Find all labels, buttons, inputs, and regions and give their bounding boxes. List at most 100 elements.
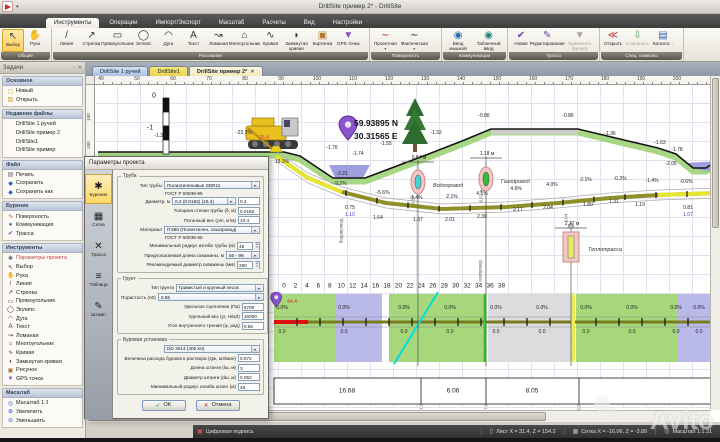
sidebar-item[interactable]: ⌂ Многоугольник — [3, 340, 82, 349]
rig-select[interactable]: DD 3014 (400 кН) ▾ — [164, 344, 260, 353]
ribbon-button[interactable]: ↗ Стрелка — [79, 29, 104, 52]
close-icon[interactable]: ✕ — [78, 65, 82, 71]
ribbon-tab[interactable]: Масштаб — [211, 18, 253, 28]
ribbon-button[interactable]: ◉ Табличный ввод — [472, 29, 505, 52]
status-zoom[interactable]: ◎ Масштаб 1:1.31 — [655, 428, 720, 435]
signature-label[interactable]: Цифровая подпись — [206, 429, 254, 435]
friction-input[interactable]: 0.56 — [241, 321, 264, 330]
sidebar-item[interactable]: ∿ Поверхность — [3, 212, 82, 221]
dialog-tab[interactable]: ✕ Трасса — [85, 234, 112, 264]
sidebar-item[interactable]: ↖ Выбор — [3, 263, 82, 272]
sidebar-item[interactable]: ⊖ Уменьшить — [3, 416, 82, 425]
document-tab[interactable]: DrillSite пример 2* ✕ — [188, 66, 263, 76]
scrollbar-thumb[interactable] — [712, 78, 719, 228]
dialog-title-bar[interactable]: Параметры проекта — [85, 157, 268, 170]
ribbon-button[interactable]: / Линия — [54, 29, 79, 52]
pipe-type-select[interactable]: Полиэтиленовые SDR11 ▾ — [164, 181, 260, 189]
sidebar-item[interactable]: ✱ Параметры проекта — [3, 254, 82, 263]
ribbon-button[interactable]: ▤ Каталог... — [651, 29, 675, 52]
sidebar-item[interactable]: A Текст — [3, 323, 82, 332]
spinner-control[interactable]: ▴ ▾ — [255, 260, 260, 269]
tab-close-icon[interactable]: ✕ — [250, 69, 254, 75]
min-radius-input[interactable]: 45 — [237, 241, 253, 250]
weight-input[interactable]: 10.4 — [238, 216, 260, 224]
ribbon-tab[interactable]: Настройки — [325, 18, 370, 28]
rec-diam-input[interactable]: 260 — [237, 260, 253, 269]
ribbon-button[interactable]: ✋ Рука — [24, 29, 46, 52]
ribbon-tab[interactable]: Инструменты — [46, 18, 100, 28]
ribbon-button[interactable]: ◉ Ввод мышкой — [444, 29, 472, 52]
ribbon-button[interactable]: ↝ Ломаная — [206, 29, 231, 52]
dialog-tab[interactable]: ✱ Бурение — [85, 174, 112, 204]
ribbon-button[interactable]: ◯ Эллипс — [131, 29, 156, 52]
porosity-select[interactable]: 0.55 ▾ — [157, 293, 264, 301]
pin-icon[interactable]: ▫ — [73, 65, 75, 71]
ribbon-button[interactable]: ◗ Замкнутая кривая — [283, 29, 310, 52]
ribbon-tab[interactable]: Импорт/Экспорт — [148, 18, 209, 28]
ribbon-button[interactable]: ∼ Фактическая ▾ — [399, 29, 430, 52]
ribbon-tab[interactable]: Расчеты — [254, 18, 293, 28]
cohesion-input[interactable]: 6700 — [241, 302, 264, 311]
document-tab[interactable]: DrillSite1 — [149, 66, 188, 76]
ribbon-button[interactable]: ∿ Кривая — [258, 29, 283, 52]
sidebar-item[interactable]: ◯ Эллипс — [3, 306, 82, 315]
sidebar-item[interactable]: ◎ Масштаб 1:1 — [3, 399, 82, 408]
sidebar-item[interactable]: ✋ Рука — [3, 271, 82, 280]
min-rod-radius-input[interactable]: 45 — [238, 382, 260, 391]
ribbon-button[interactable]: ∼ Проектная ▾ — [372, 29, 399, 52]
recent-file-item[interactable]: DrillSite пример 2 — [3, 129, 82, 138]
recent-file-item[interactable]: DrillSite 1 ручей — [3, 120, 82, 129]
ok-button[interactable]: ✓ OK — [141, 399, 186, 411]
sidebar-item[interactable]: ∿ Кривая — [3, 349, 82, 358]
material-select[interactable]: ПЭ80 (Полиэтилен, газопровод) ▾ — [164, 225, 260, 234]
recent-file-item[interactable]: DrillSite пример — [3, 146, 82, 155]
gps-pin-icon[interactable] — [338, 115, 358, 141]
diameter-select[interactable]: 0.2 (0.0182) (10.4) ▾ — [172, 197, 236, 205]
length-select[interactable]: 50 - 99 ▾ — [226, 251, 260, 259]
sidebar-item[interactable]: ◆ Сохранить как — [3, 188, 82, 197]
sidebar-item[interactable]: ▢ Новый — [3, 87, 82, 96]
ribbon-button[interactable]: ⇩ Сохранить — [624, 29, 651, 52]
dialog-tab[interactable]: ✎ Штамп — [85, 294, 112, 324]
recent-file-item[interactable]: DrillSite1 — [3, 137, 82, 146]
dropdown-caret-icon[interactable]: ▾ — [413, 46, 415, 51]
dialog-tab[interactable]: ≡ Таблица — [85, 264, 112, 294]
ribbon-button[interactable]: ≪ Открыть — [602, 29, 624, 52]
soil-type-select[interactable]: Гравистый и крупный песок ▾ — [175, 283, 264, 292]
diameter-input[interactable]: 0.2 — [238, 197, 260, 205]
flow-input[interactable]: 0.072 — [238, 354, 260, 362]
ribbon-button[interactable]: ▭ Прямоугольник — [101, 29, 133, 52]
ribbon-tab[interactable]: Вид — [296, 18, 323, 28]
sidebar-item[interactable]: ▭ Прямоугольник — [3, 297, 82, 306]
ribbon-button[interactable]: ⌂ Многоугольник — [229, 29, 261, 52]
ribbon-tab[interactable]: Операции — [101, 18, 145, 28]
rod-length-input[interactable]: 3 — [238, 363, 260, 372]
sidebar-item[interactable]: ▣ Рисунок — [3, 366, 82, 375]
sidebar-item[interactable]: ◗ Замкнутая кривая — [3, 357, 82, 366]
cancel-button[interactable]: ✕ Отмена — [195, 399, 240, 411]
ribbon-button[interactable]: ▣ Картинка — [310, 29, 335, 52]
vertical-scrollbar[interactable] — [710, 76, 720, 410]
sidebar-item[interactable]: ⊕ Увеличить — [3, 408, 82, 417]
ribbon-button[interactable]: ↖ Выбор — [2, 29, 24, 52]
sidebar-item[interactable]: ▼ GPS точка — [3, 374, 82, 383]
rod-diameter-input[interactable]: 0.052 — [238, 373, 260, 381]
sidebar-item[interactable]: ✔ Трасса — [3, 230, 82, 239]
ribbon-button[interactable]: ▼ Применить фильтр — [562, 29, 597, 52]
ribbon-button[interactable]: ✎ Редактирование — [530, 29, 565, 52]
ribbon-button[interactable]: A Текст — [181, 29, 206, 52]
sidebar-item[interactable]: ▤ Печать — [3, 171, 82, 180]
sidebar-item[interactable]: ↗ Стрелка — [3, 289, 82, 298]
document-tab[interactable]: DrillSite 1 ручей — [92, 66, 149, 76]
sidebar-item[interactable]: ◠ Дуга — [3, 314, 82, 323]
dialog-tab[interactable]: ▦ Сетка — [85, 204, 112, 234]
ribbon-button[interactable]: ◠ Дуга — [156, 29, 181, 52]
soil-weight-input[interactable]: 16000 — [241, 312, 264, 320]
sidebar-item[interactable]: / Линия — [3, 280, 82, 289]
sidebar-item[interactable]: ▨ Открыть — [3, 96, 82, 105]
spinner-control[interactable]: ▴ ▾ — [255, 241, 260, 250]
wall-input[interactable]: 0.0182 — [238, 206, 260, 215]
sidebar-item[interactable]: ↝ Ломаная — [3, 331, 82, 340]
dropdown-caret-icon[interactable]: ▾ — [384, 46, 386, 51]
sidebar-item[interactable]: ◆ Сохранить — [3, 179, 82, 188]
